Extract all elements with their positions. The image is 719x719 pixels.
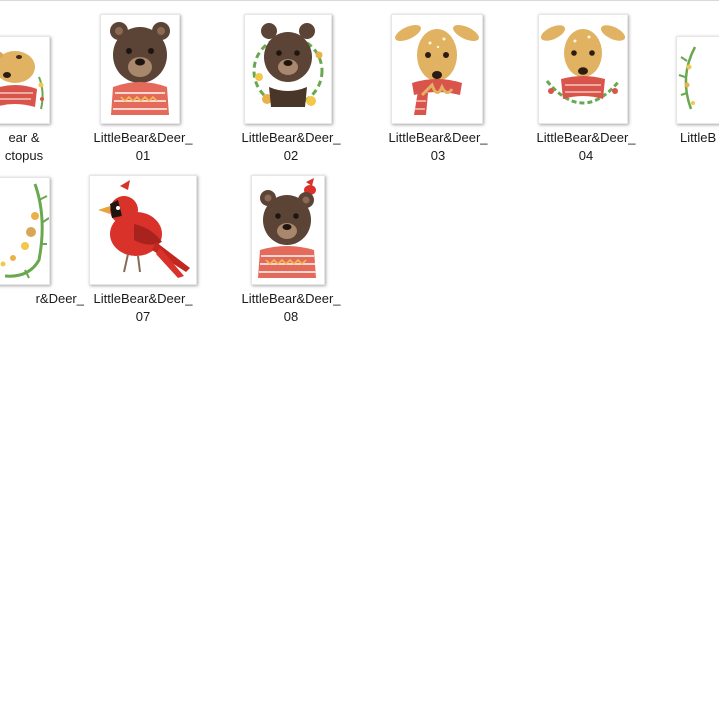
file-name-line1: LittleBear&Deer_ <box>241 291 341 306</box>
bear-sweater-icon <box>100 14 180 124</box>
deer-scarf-wreath-icon <box>0 36 50 124</box>
file-name-line1: ear & <box>8 130 40 145</box>
file-item-3[interactable]: LittleBear&Deer_ 03 <box>378 12 498 163</box>
bear-wreath-icon <box>244 14 332 124</box>
file-name-line2: 02 <box>283 148 299 163</box>
file-name-line1: LittleB <box>680 130 717 145</box>
cardinal-bird-icon <box>89 175 197 285</box>
file-name-line1: LittleBear&Deer_ <box>388 130 488 145</box>
file-name-line1: r&Deer_ <box>35 291 84 306</box>
file-item-5[interactable]: LittleB <box>660 12 719 162</box>
file-name-line1: LittleBear&Deer_ <box>93 291 193 306</box>
file-item-8[interactable]: LittleBear&Deer_ 08 <box>231 173 351 324</box>
file-explorer-view: ear & ctopus LittleBear&Deer_ 01 LittleB… <box>0 0 719 719</box>
deer-wreath-icon <box>538 14 628 124</box>
file-item-7[interactable]: LittleBear&Deer_ 07 <box>83 173 203 324</box>
file-name-line2: 01 <box>135 148 151 163</box>
file-item-2[interactable]: LittleBear&Deer_ 02 <box>231 12 351 163</box>
bear-sweater-cardinal-icon <box>251 175 325 285</box>
file-name-line2: 03 <box>430 148 446 163</box>
file-name-line1: LittleBear&Deer_ <box>536 130 636 145</box>
floral-wreath-icon <box>0 177 50 285</box>
top-divider <box>0 0 719 1</box>
file-name-line1: LittleBear&Deer_ <box>241 130 341 145</box>
file-item-6[interactable]: r&Deer_ 5 <box>0 173 84 323</box>
file-item-4[interactable]: LittleBear&Deer_ 04 <box>526 12 646 163</box>
file-name-line2: 04 <box>578 148 594 163</box>
file-item-1[interactable]: LittleBear&Deer_ 01 <box>83 12 203 163</box>
wreath-icon <box>676 36 719 124</box>
file-name-line2: ctopus <box>4 148 44 163</box>
file-name-line2: 07 <box>135 309 151 324</box>
file-item-0[interactable]: ear & ctopus <box>0 12 84 163</box>
deer-scarf-icon <box>391 14 483 124</box>
file-name-line2: 5 <box>0 308 4 326</box>
file-name-line1: LittleBear&Deer_ <box>93 130 193 145</box>
file-name-line2: 08 <box>283 309 299 324</box>
